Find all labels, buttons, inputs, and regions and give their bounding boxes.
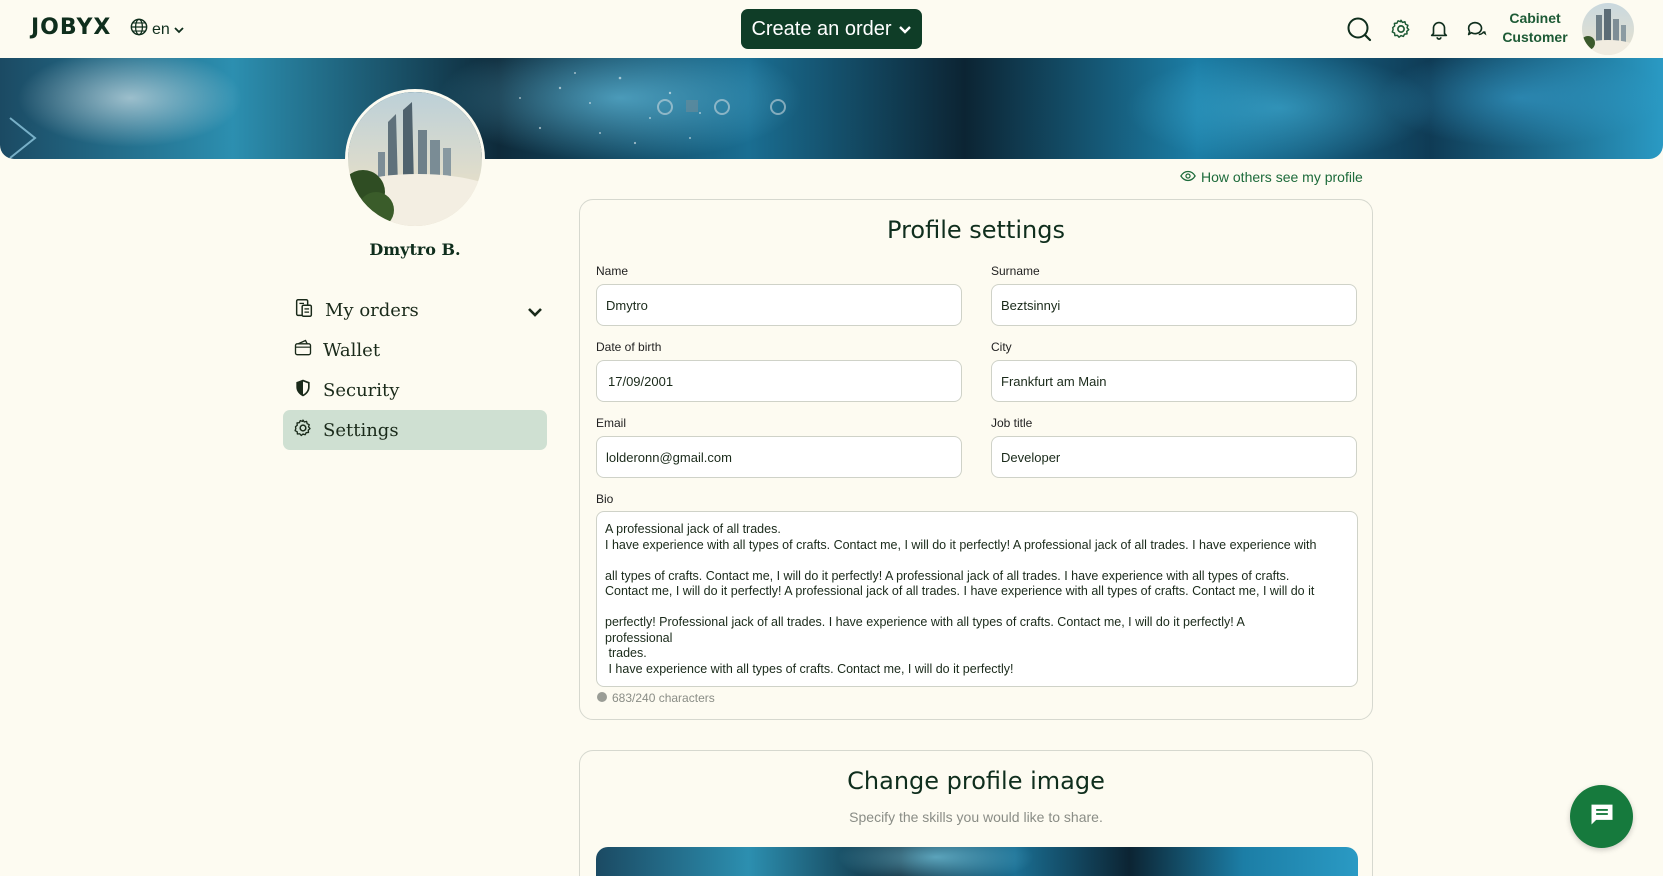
sidebar-item-label: Security (323, 379, 400, 401)
orders-icon (293, 297, 315, 324)
surname-input[interactable] (991, 284, 1357, 326)
profile-image-preview[interactable] (596, 847, 1358, 876)
job-title-label: Job title (991, 416, 1033, 430)
sidebar-item-security[interactable]: Security (283, 370, 547, 410)
sidebar-item-label: Settings (323, 419, 399, 441)
gear-icon (293, 418, 313, 443)
avatar[interactable] (1582, 3, 1634, 55)
sidebar-item-wallet[interactable]: Wallet (283, 330, 547, 370)
create-order-label: Create an order (751, 17, 892, 40)
dob-input[interactable] (596, 360, 962, 402)
bell-icon[interactable] (1426, 16, 1452, 42)
card-title: Change profile image (847, 767, 1105, 795)
card-subtitle: Specify the skills you would like to sha… (849, 809, 1103, 825)
bio-textarea[interactable]: A professional jack of all trades. I hav… (596, 511, 1358, 687)
sidebar-item-settings[interactable]: Settings (283, 410, 547, 450)
sidebar-menu: My orders Wallet Security Settings (283, 290, 547, 450)
search-icon[interactable] (1346, 16, 1372, 42)
surname-label: Surname (991, 264, 1040, 278)
chevron-down-icon (174, 21, 184, 39)
char-count-text: 683/240 characters (612, 691, 715, 705)
email-label: Email (596, 416, 627, 430)
info-icon (597, 691, 607, 705)
how-others-see-link[interactable]: How others see my profile (1180, 169, 1363, 185)
shield-icon (293, 378, 313, 403)
profile-image (345, 89, 485, 229)
how-others-see-label: How others see my profile (1201, 169, 1363, 185)
dob-label: Date of birth (596, 340, 662, 354)
chevron-down-icon (898, 18, 912, 41)
profile-banner (0, 58, 1663, 159)
job-title-input[interactable] (991, 436, 1357, 478)
name-input[interactable] (596, 284, 962, 326)
change-profile-image-card: Change profile image Specify the skills … (579, 750, 1373, 876)
cabinet-label: Cabinet (1509, 10, 1561, 26)
create-order-button[interactable]: Create an order (741, 9, 922, 49)
card-title: Profile settings (887, 216, 1065, 244)
sidebar-item-label: Wallet (323, 339, 381, 361)
support-chat-button[interactable] (1570, 785, 1633, 848)
chevron-down-icon[interactable] (527, 302, 543, 323)
char-counter: 683/240 characters (597, 691, 715, 705)
city-label: City (991, 340, 1012, 354)
name-label: Name (596, 264, 629, 278)
cabinet-role: Customer (1502, 29, 1568, 45)
globe-icon (130, 18, 148, 41)
eye-icon (1180, 169, 1196, 185)
profile-name: Dmytro B. (369, 240, 461, 259)
gear-icon[interactable] (1388, 16, 1414, 42)
profile-settings-card: Profile settings Name Surname Date of bi… (579, 199, 1373, 720)
chat-icon[interactable] (1463, 16, 1489, 42)
wallet-icon (293, 338, 313, 363)
sidebar-item-my-orders[interactable]: My orders (283, 290, 547, 330)
bio-label: Bio (596, 492, 614, 506)
sidebar-item-label: My orders (325, 299, 419, 321)
city-input[interactable] (991, 360, 1357, 402)
top-bar: JOBYX en Create an order Cabinet Custome… (0, 0, 1663, 58)
message-icon (1588, 800, 1616, 833)
language-code: en (152, 20, 170, 38)
cabinet-switch[interactable]: Cabinet Customer (1500, 9, 1570, 47)
logo[interactable]: JOBYX (31, 15, 111, 40)
language-selector[interactable]: en (130, 18, 184, 41)
email-input[interactable] (596, 436, 962, 478)
